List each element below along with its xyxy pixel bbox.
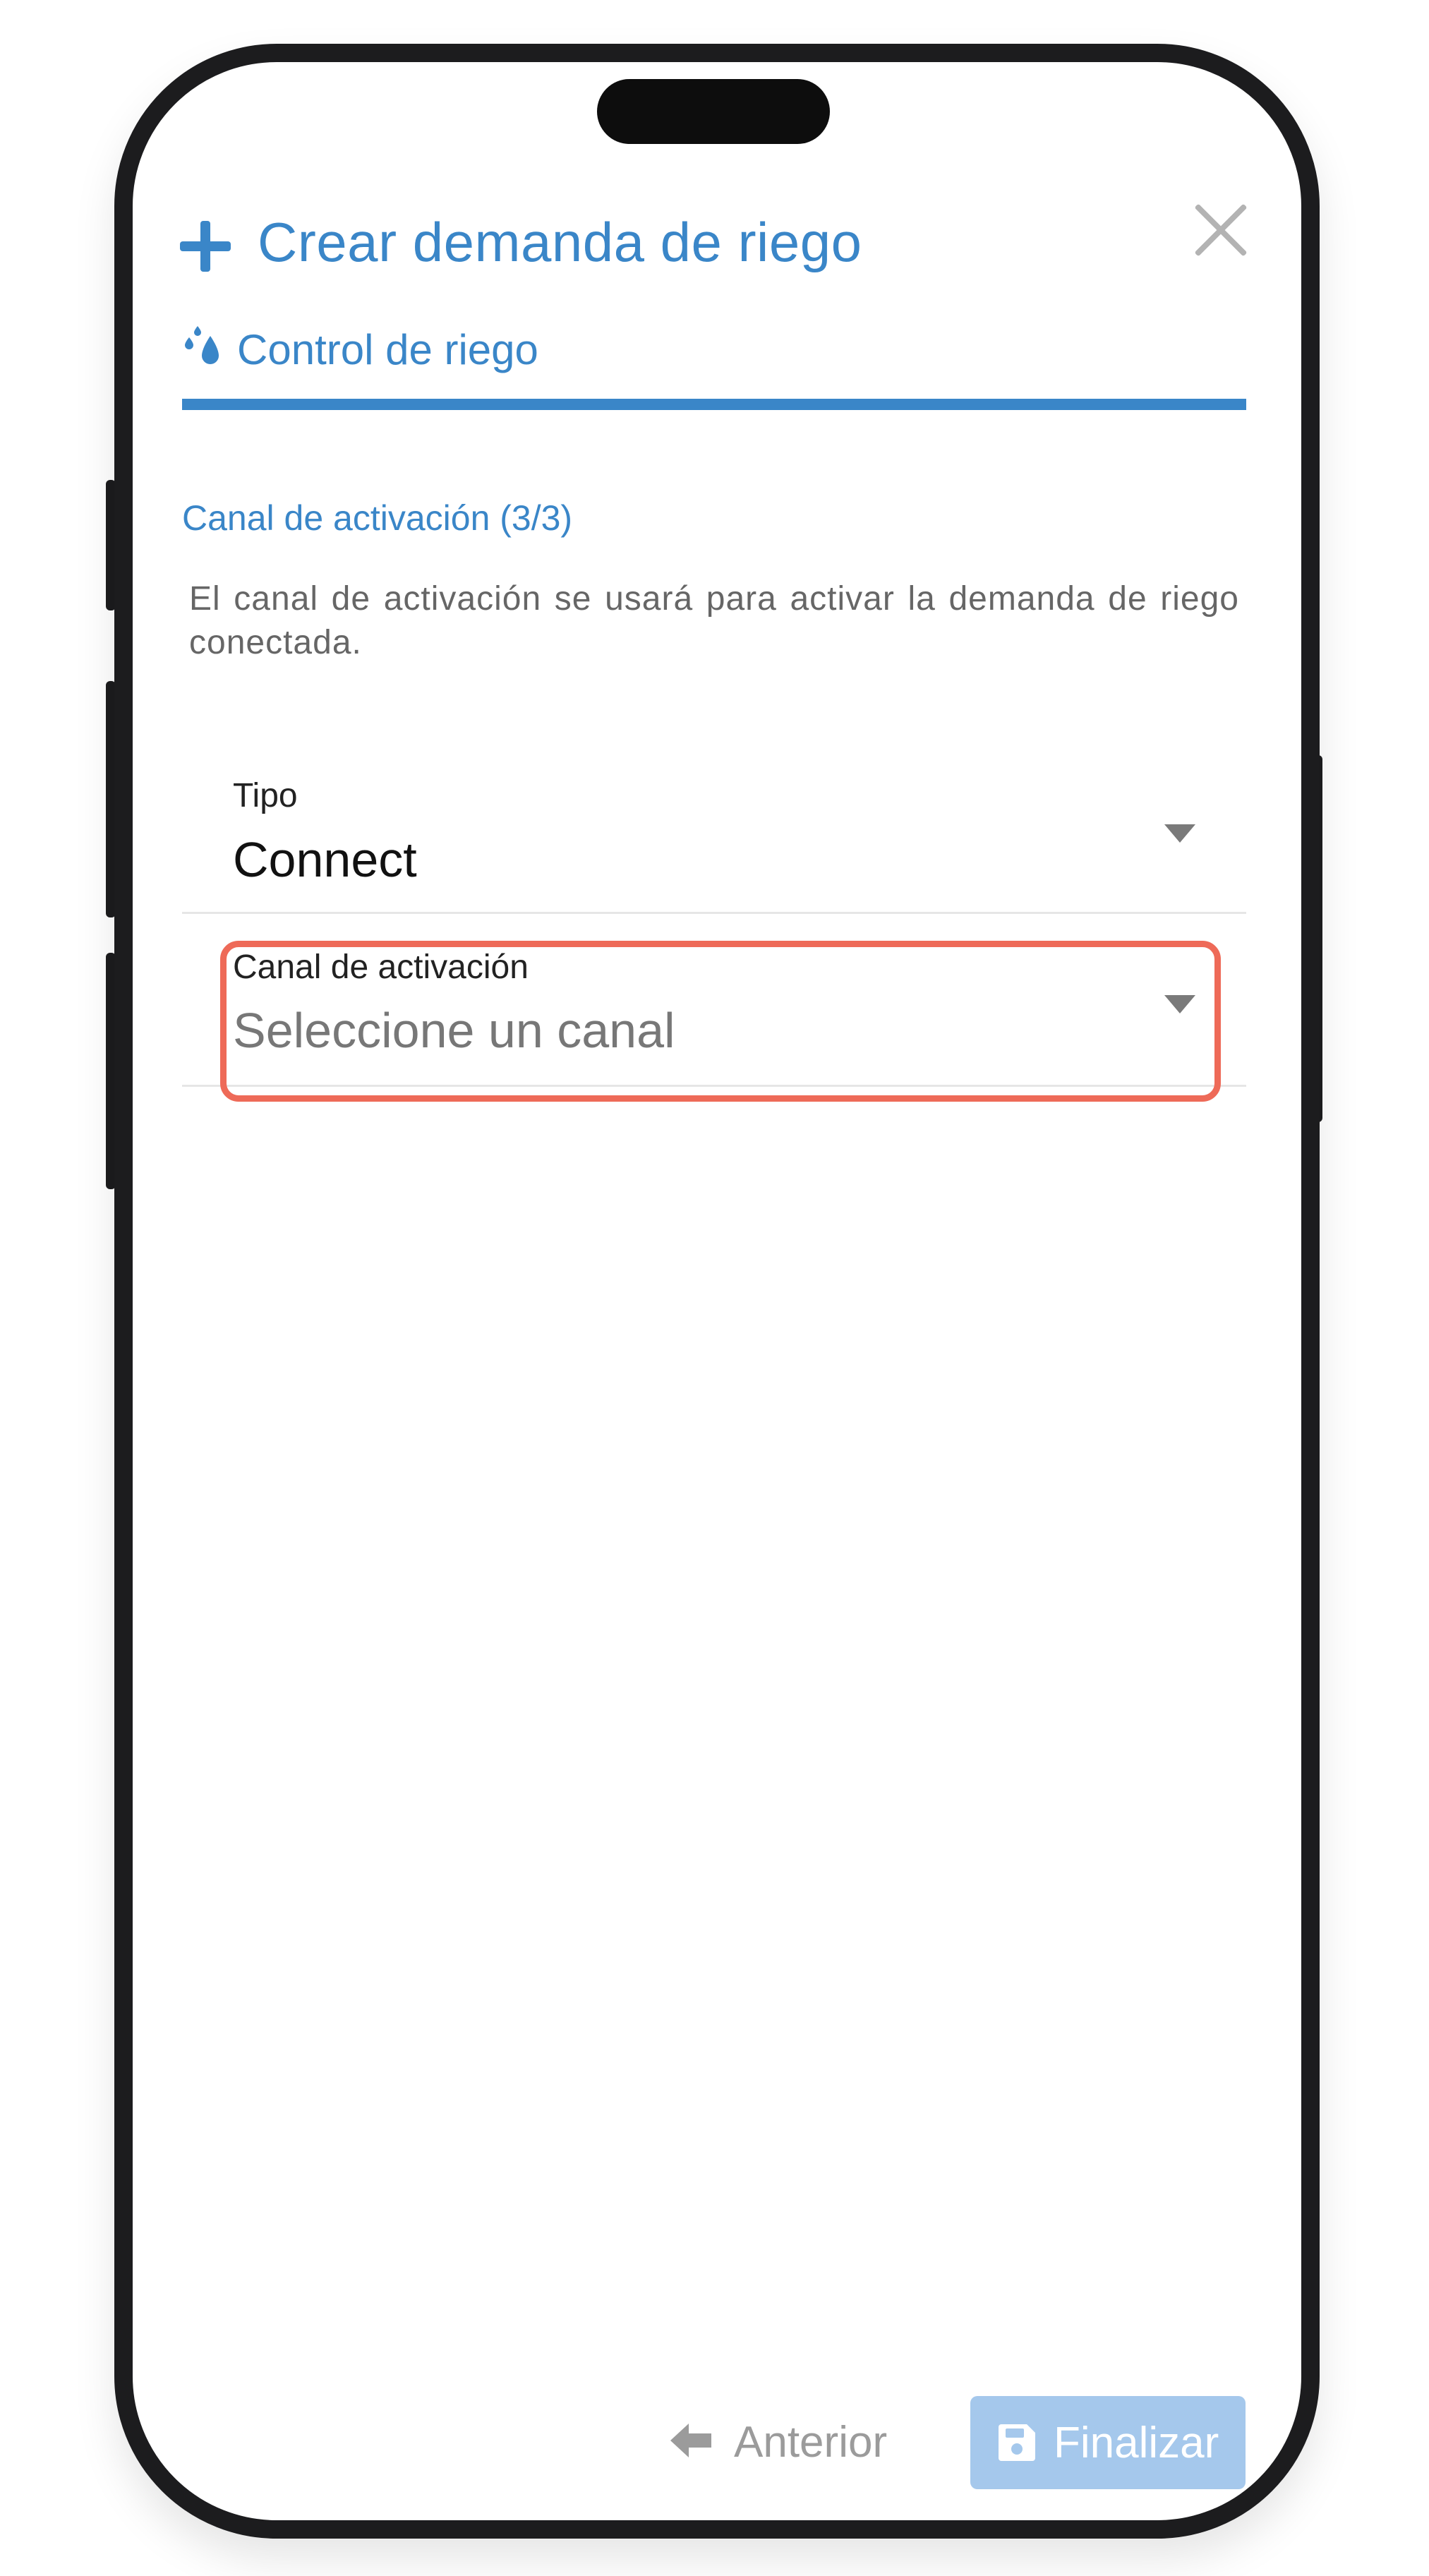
dynamic-island (597, 79, 830, 144)
tipo-value: Connect (233, 832, 417, 887)
water-drops-icon (182, 325, 223, 373)
field-divider (182, 1085, 1246, 1087)
caret-down-icon (1164, 824, 1195, 843)
tab-label: Control de riego (237, 325, 538, 373)
previous-button[interactable]: Anterior (670, 2396, 910, 2488)
canal-activacion-select[interactable]: Canal de activación Seleccione un canal (182, 914, 1246, 1087)
previous-button-label: Anterior (734, 2417, 888, 2467)
tab-control-de-riego[interactable]: Control de riego (182, 321, 538, 378)
plus-icon (180, 221, 231, 272)
step-title: Canal de activación (3/3) (182, 498, 573, 538)
save-icon (997, 2423, 1037, 2462)
dialog-title: Crear demanda de riego (258, 211, 862, 273)
caret-down-icon (1164, 995, 1195, 1013)
close-icon[interactable] (1193, 201, 1250, 259)
canal-activacion-label: Canal de activación (233, 949, 529, 986)
tipo-select[interactable]: Tipo Connect (182, 741, 1246, 914)
tipo-label: Tipo (233, 777, 298, 814)
step-description: El canal de activación se usará para act… (189, 580, 1239, 661)
tab-active-indicator (182, 399, 1246, 410)
arrow-left-icon (670, 2422, 713, 2462)
canal-activacion-placeholder: Seleccione un canal (233, 1003, 675, 1058)
phone-frame (114, 44, 1320, 2539)
finish-button-label: Finalizar (1054, 2418, 1219, 2467)
finish-button[interactable]: Finalizar (970, 2396, 1246, 2489)
